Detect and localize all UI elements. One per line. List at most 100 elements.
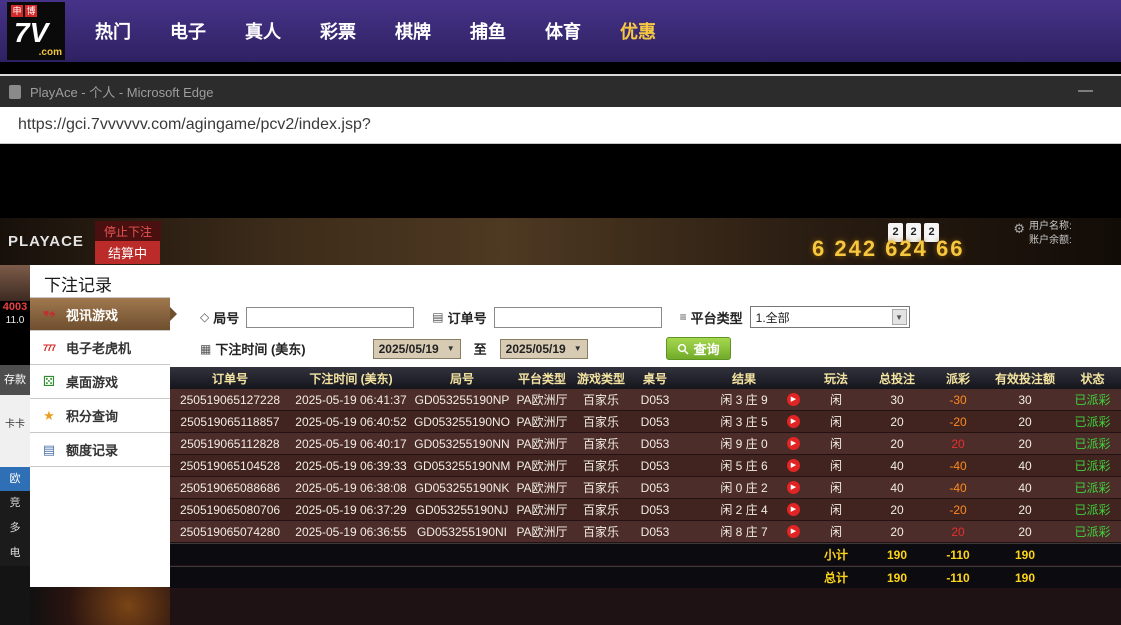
empty-cell bbox=[630, 544, 680, 565]
date-to-value: 2025/05/19 bbox=[506, 342, 566, 356]
panel-sidebar: ♥♠ 视讯游戏 777 电子老虎机 ⚄ 桌面游戏 ★ 积分查询 ▤ 额度记录 bbox=[30, 297, 170, 625]
result-text: 闲 3 庄 9 bbox=[720, 391, 767, 408]
rail-tab-dian[interactable]: 电 bbox=[0, 541, 30, 566]
site-logo[interactable]: 申 博 7V .com bbox=[7, 2, 65, 60]
rail-tab-europe[interactable]: 欧 bbox=[0, 467, 30, 491]
order-number-label: 订单号 bbox=[448, 308, 487, 327]
date-to-picker[interactable]: 2025/05/19 ▼ bbox=[500, 339, 588, 359]
sidebar-item-quota-records[interactable]: ▤ 额度记录 bbox=[30, 433, 170, 467]
cell-bet: 20 bbox=[864, 433, 930, 454]
cell-time: 2025-05-19 06:41:37 bbox=[290, 389, 412, 410]
replay-icon[interactable]: ▶ bbox=[787, 459, 800, 472]
menu-item-sports[interactable]: 体育 bbox=[545, 18, 581, 44]
cell-payout: 20 bbox=[930, 433, 986, 454]
round-number-icon: ◇ bbox=[200, 310, 209, 324]
table-header-row: 订单号下注时间 (美东)局号平台类型游戏类型桌号结果玩法总投注派彩有效投注额状态 bbox=[170, 367, 1121, 389]
column-header: 订单号 bbox=[170, 367, 290, 389]
avatar[interactable] bbox=[0, 265, 30, 301]
sidebar-item-table-games[interactable]: ⚄ 桌面游戏 bbox=[30, 365, 170, 399]
records-table: 订单号下注时间 (美东)局号平台类型游戏类型桌号结果玩法总投注派彩有效投注额状态… bbox=[170, 367, 1121, 625]
empty-cell bbox=[1064, 544, 1121, 565]
cell-play: 闲 bbox=[808, 477, 864, 498]
playing-cards-icon: ♥♠ bbox=[40, 308, 58, 320]
cell-game: 百家乐 bbox=[572, 499, 630, 520]
cell-bet: 40 bbox=[864, 455, 930, 476]
rail-card-label: 卡卡 bbox=[5, 419, 25, 430]
round-number-input[interactable] bbox=[246, 307, 414, 328]
menu-item-fishing[interactable]: 捕鱼 bbox=[470, 18, 506, 44]
balance-label: 账户余额: bbox=[1029, 234, 1117, 248]
sidebar-item-video-games[interactable]: ♥♠ 视讯游戏 bbox=[30, 297, 170, 331]
cell-table_no: D053 bbox=[630, 521, 680, 542]
replay-icon[interactable]: ▶ bbox=[787, 525, 800, 538]
menu-item-slots[interactable]: 电子 bbox=[170, 18, 206, 44]
platform-type-select[interactable]: 1.全部 ▼ bbox=[750, 306, 910, 328]
menu-item-lottery[interactable]: 彩票 bbox=[320, 18, 356, 44]
cell-bet: 30 bbox=[864, 389, 930, 410]
column-header: 平台类型 bbox=[512, 367, 572, 389]
deposit-button[interactable]: 存款 bbox=[0, 365, 30, 395]
cell-status: 已派彩 bbox=[1064, 499, 1121, 520]
replay-icon[interactable]: ▶ bbox=[787, 437, 800, 450]
window-icon bbox=[9, 85, 21, 99]
date-from-picker[interactable]: 2025/05/19 ▼ bbox=[373, 339, 461, 359]
total-payout: -110 bbox=[930, 567, 986, 588]
minimize-button[interactable]: — bbox=[1078, 82, 1093, 99]
rail-tab-jing[interactable]: 竞 bbox=[0, 491, 30, 516]
stop-betting-label: 停止下注 bbox=[95, 221, 161, 242]
column-header: 下注时间 (美东) bbox=[290, 367, 412, 389]
replay-icon[interactable]: ▶ bbox=[787, 503, 800, 516]
filter-row-2: ▦ 下注时间 (美东) 2025/05/19 ▼ 至 2025/05/19 ▼ bbox=[200, 337, 731, 360]
cell-game: 百家乐 bbox=[572, 455, 630, 476]
cell-platform: PA欧洲厅 bbox=[512, 455, 572, 476]
order-number-input[interactable] bbox=[494, 307, 662, 328]
cell-game: 百家乐 bbox=[572, 433, 630, 454]
rail-amount-red: 4003 bbox=[0, 301, 30, 315]
empty-cell bbox=[572, 544, 630, 565]
cell-time: 2025-05-19 06:40:52 bbox=[290, 411, 412, 432]
cell-round: GD053255190NN bbox=[412, 433, 512, 454]
result-text: 闲 8 庄 7 bbox=[720, 523, 767, 540]
gear-icon[interactable]: ⚙ bbox=[1013, 221, 1025, 237]
sidebar-item-slot-machine[interactable]: 777 电子老虎机 bbox=[30, 331, 170, 365]
cell-time: 2025-05-19 06:36:55 bbox=[290, 521, 412, 542]
menu-item-live[interactable]: 真人 bbox=[245, 18, 281, 44]
sidebar-item-points-inquiry[interactable]: ★ 积分查询 bbox=[30, 399, 170, 433]
replay-icon[interactable]: ▶ bbox=[787, 481, 800, 494]
sidebar-banner[interactable] bbox=[30, 587, 170, 625]
cell-valid: 20 bbox=[986, 521, 1064, 542]
column-header: 有效投注额 bbox=[986, 367, 1064, 389]
date-range-to-label: 至 bbox=[474, 339, 487, 358]
cell-result: 闲 3 庄 9 ▶ bbox=[680, 389, 808, 410]
cell-status: 已派彩 bbox=[1064, 389, 1121, 410]
cell-game: 百家乐 bbox=[572, 521, 630, 542]
menu-item-promotions[interactable]: 优惠 bbox=[620, 18, 656, 44]
cell-order_no: 250519065112828 bbox=[170, 433, 290, 454]
cell-round: GD053255190NO bbox=[412, 411, 512, 432]
replay-icon[interactable]: ▶ bbox=[787, 393, 800, 406]
bet-records-panel: 下注记录 ♥♠ 视讯游戏 777 电子老虎机 ⚄ 桌面游戏 ★ 积分查询 bbox=[30, 265, 1121, 625]
search-button[interactable]: 查询 bbox=[666, 337, 731, 360]
platform-type-value: 1.全部 bbox=[756, 309, 790, 326]
left-rail: 4003 11.0 存款 卡卡 欧 竞 多 电 bbox=[0, 265, 30, 625]
cell-order_no: 250519065118857 bbox=[170, 411, 290, 432]
rail-white-block: 卡卡 bbox=[0, 395, 30, 467]
menu-item-hot[interactable]: 热门 bbox=[95, 18, 131, 44]
filter-row-1: ◇ 局号 ▤ 订单号 ≡ 平台类型 1.全部 ▼ bbox=[200, 306, 910, 328]
rail-tab-duo[interactable]: 多 bbox=[0, 516, 30, 541]
cell-round: GD053255190NJ bbox=[412, 499, 512, 520]
column-header: 状态 bbox=[1064, 367, 1121, 389]
rail-spacer bbox=[0, 329, 30, 365]
cell-play: 闲 bbox=[808, 521, 864, 542]
subtotal-valid: 190 bbox=[986, 544, 1064, 565]
cell-bet: 20 bbox=[864, 499, 930, 520]
url-text[interactable]: https://gci.7vvvvvv.com/agingame/pcv2/in… bbox=[18, 116, 371, 134]
main-menu: 热门 电子 真人 彩票 棋牌 捕鱼 体育 优惠 bbox=[95, 18, 656, 44]
column-header: 总投注 bbox=[864, 367, 930, 389]
empty-cell bbox=[1064, 567, 1121, 588]
address-bar[interactable]: https://gci.7vvvvvv.com/agingame/pcv2/in… bbox=[0, 107, 1121, 144]
replay-icon[interactable]: ▶ bbox=[787, 415, 800, 428]
cell-result: 闲 8 庄 7 ▶ bbox=[680, 521, 808, 542]
logo-badges: 申 博 bbox=[11, 5, 37, 17]
menu-item-board-games[interactable]: 棋牌 bbox=[395, 18, 431, 44]
